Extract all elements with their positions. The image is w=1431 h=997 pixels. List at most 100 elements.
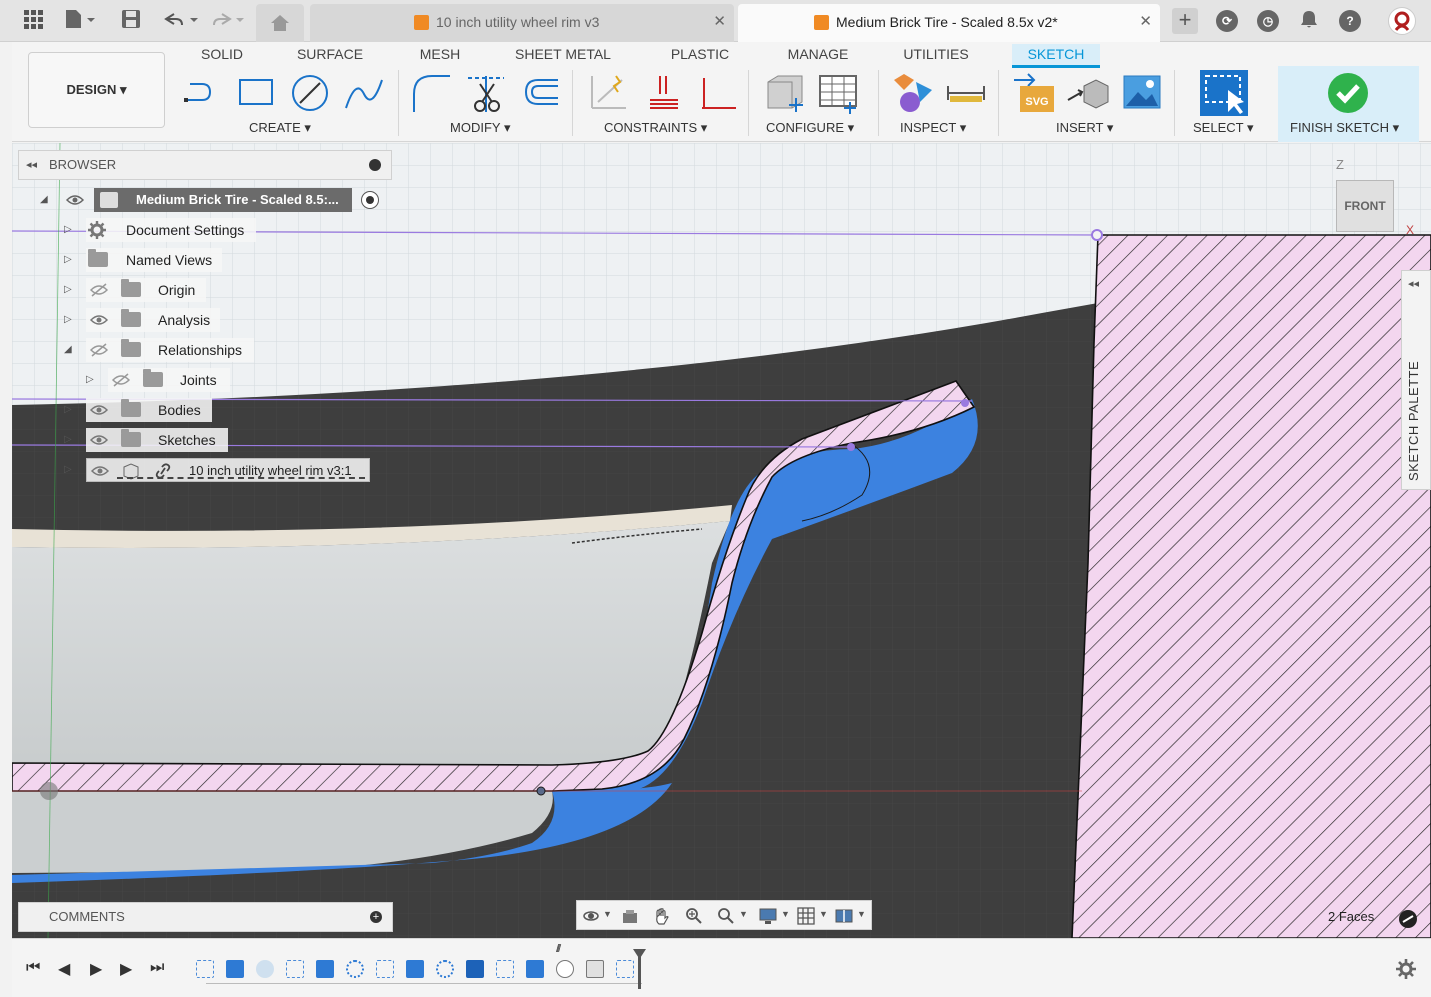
timeline-marker-head-icon[interactable] (633, 949, 646, 959)
browser-item-document-settings[interactable]: Document Settings (86, 218, 256, 242)
tab-sketch[interactable]: SKETCH (1012, 44, 1100, 68)
combine-feature-icon[interactable] (466, 960, 484, 978)
fillet-feature-icon[interactable] (256, 960, 274, 978)
expand-arrow-icon[interactable]: ▷ (64, 248, 72, 272)
configure-group-label[interactable]: CONFIGURE ▾ (766, 120, 854, 136)
hidden-eye-icon[interactable] (112, 373, 130, 387)
coincident-constraint-icon[interactable] (586, 72, 630, 114)
fit-zoom-icon[interactable] (717, 907, 735, 925)
add-comment-icon[interactable]: + (370, 911, 382, 923)
parallel-constraint-icon[interactable] (642, 72, 686, 114)
tab-manage[interactable]: MANAGE (778, 44, 858, 68)
visibility-eye-icon[interactable] (65, 193, 85, 207)
constraints-group-label[interactable]: CONSTRAINTS ▾ (604, 120, 707, 136)
expand-arrow-icon[interactable]: ▷ (64, 398, 72, 422)
extrude-feature-icon[interactable] (316, 960, 334, 978)
display-component-colors-icon[interactable] (890, 72, 934, 114)
redo-icon[interactable] (206, 8, 246, 34)
insert-mesh-icon[interactable] (1066, 72, 1110, 114)
save-icon[interactable] (118, 8, 144, 34)
visibility-eye-icon[interactable] (90, 403, 108, 417)
browser-item-relationships[interactable]: Relationships (86, 338, 254, 362)
circle-tool-icon[interactable] (288, 72, 332, 114)
close-tab-icon[interactable]: ✕ (1139, 4, 1152, 40)
finish-sketch-button[interactable]: FINISH SKETCH ▾ (1278, 66, 1419, 142)
visibility-eye-icon[interactable] (90, 313, 108, 327)
select-group-label[interactable]: SELECT ▾ (1193, 120, 1253, 136)
measure-tool-icon[interactable] (944, 72, 988, 114)
sketch-profile-tire[interactable] (1071, 234, 1431, 938)
browser-item-sketches[interactable]: Sketches (86, 428, 228, 452)
file-menu-icon[interactable] (62, 8, 95, 34)
help-icon[interactable]: ? (1339, 10, 1361, 32)
browser-item-origin[interactable]: Origin (86, 278, 206, 302)
browser-root-node[interactable]: Medium Brick Tire - Scaled 8.5:... (94, 188, 352, 212)
display-dropdown-icon[interactable]: ▼ (781, 909, 790, 919)
display-settings-icon[interactable] (759, 907, 777, 925)
parameters-tool-icon[interactable] (762, 72, 806, 114)
line-tool-icon[interactable] (180, 72, 224, 114)
hidden-eye-icon[interactable] (90, 343, 108, 357)
tab-sheet-metal[interactable]: SHEET METAL (508, 44, 618, 68)
rectangle-tool-icon[interactable] (234, 72, 278, 114)
orbit-dropdown-icon[interactable]: ▼ (603, 909, 612, 919)
tab-utilities[interactable]: UTILITIES (896, 44, 976, 68)
go-to-start-icon[interactable]: ⏮ (26, 959, 40, 977)
joint-feature-icon[interactable] (556, 960, 574, 978)
tab-surface[interactable]: SURFACE (290, 44, 370, 68)
3d-viewport[interactable]: FRONT Z X (12, 143, 1431, 938)
sketch-feature-icon[interactable] (376, 960, 394, 978)
browser-item-bodies[interactable]: Bodies (86, 398, 212, 422)
grid-menu-icon[interactable] (20, 8, 46, 34)
origin-point[interactable] (40, 782, 58, 800)
sketch-point[interactable] (847, 443, 855, 451)
expand-arrow-icon[interactable]: ▷ (64, 458, 72, 482)
sketch-point[interactable] (536, 786, 546, 796)
extensions-icon[interactable]: ⟳ (1216, 10, 1238, 32)
expand-palette-icon[interactable]: ◂◂ (1408, 277, 1419, 290)
sketch-feature-icon[interactable] (616, 960, 634, 978)
hidden-eye-icon[interactable] (90, 283, 108, 297)
inspect-group-label[interactable]: INSPECT ▾ (900, 120, 966, 136)
configure-table-icon[interactable] (816, 72, 860, 114)
fillet-tool-icon[interactable] (410, 72, 454, 114)
pattern-feature-icon[interactable] (436, 960, 454, 978)
perpendicular-constraint-icon[interactable] (696, 72, 740, 114)
grid-settings-icon[interactable] (797, 907, 815, 925)
expand-arrow-icon[interactable]: ▷ (64, 428, 72, 452)
sketch-point[interactable] (1091, 229, 1103, 241)
browser-item-named-views[interactable]: Named Views (86, 248, 222, 272)
select-tool-icon[interactable] (1198, 68, 1250, 118)
zoom-dropdown-icon[interactable]: ▼ (739, 909, 748, 919)
create-group-label[interactable]: CREATE ▾ (249, 120, 311, 136)
offset-tool-icon[interactable] (518, 72, 562, 114)
modify-group-label[interactable]: MODIFY ▾ (450, 120, 510, 136)
orbit-icon[interactable] (582, 907, 600, 925)
trim-tool-icon[interactable] (464, 72, 508, 114)
expand-arrow-icon[interactable]: ▷ (64, 278, 72, 302)
collapse-browser-icon[interactable]: ◂◂ (26, 151, 37, 179)
tab-wheel-rim[interactable]: 10 inch utility wheel rim v3 ✕ (310, 4, 734, 42)
notifications-icon[interactable] (1296, 8, 1322, 34)
expand-arrow-icon[interactable]: ▷ (86, 368, 94, 392)
sketch-feature-icon[interactable] (286, 960, 304, 978)
play-icon[interactable]: ▶ (90, 959, 102, 979)
browser-item-linked-component[interactable]: 10 inch utility wheel rim v3:1 (86, 458, 370, 482)
tab-plastic[interactable]: PLASTIC (662, 44, 738, 68)
insert-canvas-icon[interactable] (1120, 72, 1164, 114)
insert-svg-icon[interactable]: SVG (1012, 72, 1056, 114)
workspace-switcher-button[interactable]: DESIGN ▾ (28, 52, 165, 128)
minimize-browser-icon[interactable] (369, 159, 381, 171)
user-avatar[interactable] (1388, 7, 1416, 35)
collapse-arrow-icon[interactable]: ◢ (64, 338, 72, 362)
visibility-eye-icon[interactable] (91, 464, 109, 478)
job-status-icon[interactable]: ◷ (1257, 10, 1279, 32)
step-back-icon[interactable]: ◀ (58, 959, 70, 979)
spline-tool-icon[interactable] (342, 72, 386, 114)
insert-group-label[interactable]: INSERT ▾ (1056, 120, 1113, 136)
as-built-joint-icon[interactable] (586, 960, 604, 978)
extrude-feature-icon[interactable] (226, 960, 244, 978)
pattern-feature-icon[interactable] (346, 960, 364, 978)
look-at-icon[interactable] (621, 907, 639, 925)
close-tab-icon[interactable]: ✕ (713, 4, 726, 40)
